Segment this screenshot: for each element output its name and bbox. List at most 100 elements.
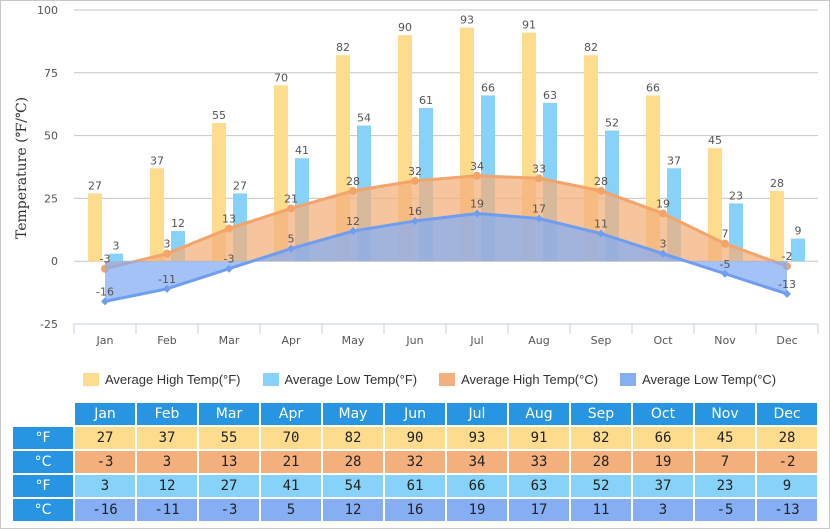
line-data-label: -11 — [158, 273, 176, 286]
bar-data-label: 54 — [357, 112, 371, 125]
bar-data-label: 66 — [481, 81, 495, 94]
month-header: Feb — [137, 403, 197, 425]
x-tick-label: Dec — [776, 334, 797, 347]
value-cell: 3 — [75, 475, 135, 497]
value-cell: 82 — [323, 427, 383, 449]
value-cell: 28 — [757, 427, 817, 449]
y-tick-label: 75 — [44, 67, 58, 80]
value-cell: 54 — [323, 475, 383, 497]
value-cell: 37 — [137, 427, 197, 449]
temperature-chart: -250255075100 Jan Feb Mar Apr May Jun Jul Aug Se… — [14, 4, 819, 347]
value-cell: 32 — [385, 451, 445, 473]
climate-table: Jan Feb Mar Apr May Jun Jul Aug Sep Oct Nov Dec °F 2… — [11, 401, 819, 523]
line-marker — [473, 171, 481, 180]
value-cell: 28 — [323, 451, 383, 473]
line-marker — [721, 239, 729, 248]
value-cell: 93 — [447, 427, 507, 449]
x-tick-label: Jun — [405, 334, 423, 347]
line-marker — [535, 174, 543, 183]
x-tick-label: May — [342, 334, 365, 347]
table-row: °C -16 -11 -3 5 12 16 19 17 11 3 -5 -13 — [13, 499, 817, 521]
bar — [88, 193, 102, 262]
bar-data-label: 82 — [336, 41, 350, 54]
x-tick-label: Jul — [469, 334, 483, 347]
x-tick-label: Apr — [281, 334, 301, 347]
line-data-label: 7 — [722, 228, 729, 241]
line-data-label: 34 — [470, 160, 484, 173]
bar-data-label: 27 — [88, 179, 102, 192]
bar-data-label: 23 — [729, 189, 743, 202]
bar-data-label: 70 — [274, 71, 288, 84]
month-header: Apr — [261, 403, 321, 425]
y-tick-label: 50 — [44, 130, 58, 143]
areas — [101, 171, 791, 306]
month-header: Nov — [695, 403, 755, 425]
bar-data-label: 37 — [667, 154, 681, 167]
line-data-label: 3 — [164, 238, 171, 251]
value-cell: 90 — [385, 427, 445, 449]
unit-cell: °C — [13, 499, 73, 521]
value-cell: 33 — [509, 451, 569, 473]
line-data-label: -5 — [720, 258, 731, 271]
bar-data-label: 61 — [419, 94, 433, 107]
line-data-label: 11 — [594, 218, 608, 231]
month-header: Jun — [385, 403, 445, 425]
value-cell: 21 — [261, 451, 321, 473]
unit-cell: °F — [13, 475, 73, 497]
table-header-row: Jan Feb Mar Apr May Jun Jul Aug Sep Oct Nov Dec — [13, 403, 817, 425]
bar-data-label: 82 — [584, 41, 598, 54]
month-header: Jul — [447, 403, 507, 425]
value-cell: -3 — [75, 451, 135, 473]
unit-cell: °F — [13, 427, 73, 449]
bar-data-label: 45 — [708, 134, 722, 147]
value-cell: 37 — [633, 475, 693, 497]
bar-data-label: 12 — [171, 217, 185, 230]
value-cell: 9 — [757, 475, 817, 497]
value-cell: 27 — [199, 475, 259, 497]
y-axis-ticks: -25 0 25 50 75 100 — [37, 4, 58, 331]
line-data-label: 17 — [532, 202, 546, 215]
line-data-label: 28 — [346, 175, 360, 188]
value-cell: 3 — [137, 451, 197, 473]
bar-data-label: 93 — [460, 14, 474, 27]
y-tick-label: 0 — [51, 255, 58, 268]
x-tick-label: Sep — [591, 334, 612, 347]
value-cell: 61 — [385, 475, 445, 497]
line-data-label: 16 — [408, 205, 422, 218]
value-cell: -5 — [695, 499, 755, 521]
legend-item[interactable]: Average High Temp(°F) — [83, 372, 241, 387]
value-cell: 13 — [199, 451, 259, 473]
table-corner — [13, 403, 73, 425]
month-header: Aug — [509, 403, 569, 425]
bar-data-label: 41 — [295, 144, 309, 157]
value-cell: 3 — [633, 499, 693, 521]
x-tick-label: Jan — [96, 334, 114, 347]
value-cell: -16 — [75, 499, 135, 521]
line-data-label: -2 — [782, 250, 793, 263]
x-tick-label: Mar — [219, 334, 240, 347]
value-cell: 66 — [633, 427, 693, 449]
legend-label: Average Low Temp(°C) — [642, 372, 777, 387]
value-cell: 5 — [261, 499, 321, 521]
value-cell: 23 — [695, 475, 755, 497]
value-cell: 11 — [571, 499, 631, 521]
value-cell: 16 — [385, 499, 445, 521]
bar — [791, 238, 805, 262]
value-cell: 70 — [261, 427, 321, 449]
line-data-label: 3 — [660, 238, 667, 251]
table-body: °F 27 37 55 70 82 90 93 91 82 66 45 28 °C -3 3 13 21 28 32 3… — [13, 427, 817, 521]
bar-data-label: 9 — [795, 225, 802, 238]
legend-item[interactable]: Average Low Temp(°F) — [262, 372, 417, 387]
table-row: °C -3 3 13 21 28 32 34 33 28 19 7 -2 — [13, 451, 817, 473]
legend-swatch — [439, 373, 456, 386]
value-cell: 27 — [75, 427, 135, 449]
legend-item[interactable]: Average High Temp(°C) — [439, 372, 598, 387]
value-cell: 17 — [509, 499, 569, 521]
value-cell: 45 — [695, 427, 755, 449]
line-data-label: 33 — [532, 162, 546, 175]
line-marker — [597, 186, 605, 195]
line-data-label: -13 — [778, 278, 796, 291]
legend-item[interactable]: Average Low Temp(°C) — [620, 372, 776, 387]
x-tick-label: Aug — [528, 334, 549, 347]
line-data-label: 12 — [346, 215, 360, 228]
